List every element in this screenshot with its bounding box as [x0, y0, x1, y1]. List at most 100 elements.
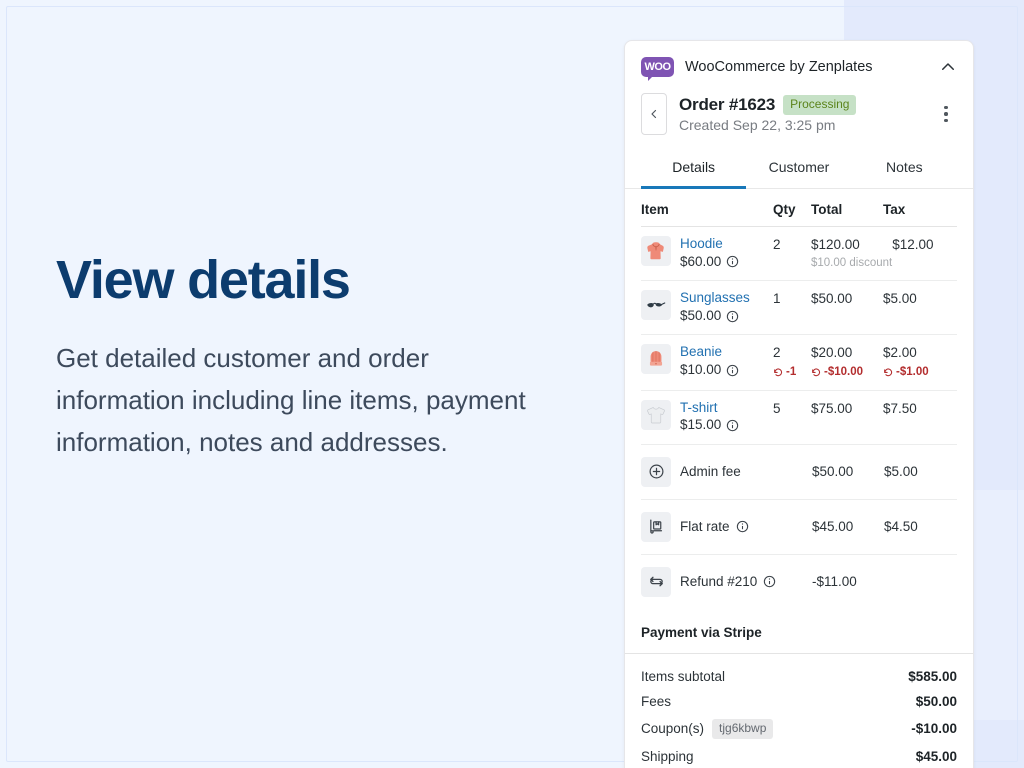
total-value: $20.00 — [811, 345, 853, 361]
column-header-item: Item — [641, 202, 669, 217]
info-icon[interactable] — [736, 520, 749, 533]
qty-value: 1 — [773, 291, 781, 307]
totals-row-items-subtotal: Items subtotal $585.00 — [641, 664, 957, 689]
fee-label-group: Admin fee — [680, 464, 812, 479]
tax-value: $12.00 — [892, 237, 934, 252]
total-cell: $50.00 — [811, 290, 883, 308]
qty-refund-value: -1 — [786, 365, 797, 378]
order-created-date: Created Sep 22, 3:25 pm — [679, 117, 836, 133]
tax-refund-line: -$1.00 — [883, 364, 957, 381]
refund-arrows-icon — [641, 566, 671, 597]
totals-label: Shipping — [641, 748, 694, 764]
qty-value: 2 — [773, 345, 781, 361]
tax-value: $5.00 — [883, 291, 917, 307]
woocommerce-logo-text: WOO — [644, 60, 672, 73]
tshirt-image — [647, 406, 665, 423]
fee-label: Admin fee — [680, 464, 741, 480]
kebab-dot — [944, 112, 948, 116]
sunglasses-image — [647, 302, 666, 308]
sunglasses-thumbnail — [641, 290, 671, 321]
order-totals: Items subtotal $585.00 Fees $50.00 Coupo… — [625, 654, 973, 768]
item-meta: Beanie $10.00 — [680, 344, 739, 379]
item-name-link[interactable]: Hoodie — [680, 236, 739, 253]
table-row: Beanie $10.00 2 -1 $20.00 -$10.00 $2.00 … — [641, 335, 957, 391]
shipping-total-cell: $45.00 — [812, 518, 884, 536]
item-name-link[interactable]: T-shirt — [680, 400, 739, 417]
qty-value: 2 — [773, 237, 781, 252]
kebab-menu-icon[interactable] — [935, 102, 957, 127]
shipping-truck-icon — [641, 511, 671, 542]
totals-value: -$10.00 — [911, 721, 957, 737]
refund-arrow-icon — [812, 368, 821, 377]
total-refund-value: -$10.00 — [824, 365, 864, 378]
fee-tax-value: $5.00 — [884, 463, 918, 479]
fee-total-cell: $50.00 — [812, 463, 884, 481]
item-meta: T-shirt $15.00 — [680, 400, 739, 435]
beanie-thumbnail — [641, 344, 671, 375]
item-cell: T-shirt $15.00 — [641, 399, 773, 435]
status-badge: Processing — [783, 95, 857, 115]
refund-label: Refund #210 — [680, 574, 758, 590]
tax-cell: $7.50 — [883, 400, 957, 418]
shipping-total-value: $45.00 — [812, 518, 854, 534]
column-header-qty: Qty — [773, 202, 796, 217]
tax-value: $7.50 — [883, 400, 917, 416]
plugin-header: WOO WooCommerce by Zenplates — [625, 41, 973, 93]
payment-method-line: Payment via Stripe — [625, 609, 973, 654]
refund-row: Refund #210 -$11.00 — [641, 555, 957, 609]
totals-label: Items subtotal — [641, 668, 726, 684]
info-icon[interactable] — [726, 310, 739, 323]
chevron-up-icon[interactable] — [939, 58, 957, 76]
info-icon[interactable] — [726, 419, 739, 432]
shipping-label: Flat rate — [680, 519, 730, 535]
hero-section: View details Get detailed customer and o… — [56, 252, 556, 463]
qty-refund-line: -1 — [773, 364, 811, 381]
info-icon[interactable] — [726, 255, 739, 268]
item-cell: Sunglasses $50.00 — [641, 290, 773, 325]
table-row: T-shirt $15.00 5 $75.00 $7.50 — [641, 391, 957, 445]
total-value: $120.00 — [811, 237, 860, 252]
plus-circle-glyph — [649, 464, 663, 479]
tab-notes[interactable]: Notes — [852, 149, 957, 189]
item-name-link[interactable]: Sunglasses — [680, 290, 750, 307]
item-meta: Sunglasses $50.00 — [680, 290, 750, 325]
refund-arrow-icon — [884, 368, 893, 377]
item-name-link[interactable]: Beanie — [680, 344, 739, 361]
tab-customer[interactable]: Customer — [746, 149, 851, 189]
totals-row-fees: Fees $50.00 — [641, 689, 957, 714]
refund-arrows-glyph — [649, 576, 663, 587]
item-price-line: $10.00 — [680, 361, 739, 379]
order-heading-block: Order #1623 Processing Created Sep 22, 3… — [679, 95, 923, 133]
item-unit-price: $50.00 — [680, 308, 722, 324]
tax-cell: $5.00 — [883, 290, 957, 308]
tax-cell: $12.00 — [892, 236, 957, 254]
table-row: Sunglasses $50.00 1 $50.00 $5.00 — [641, 281, 957, 336]
shipping-row: Flat rate $45.00 $4.50 — [641, 500, 957, 555]
qty-cell: 2 — [773, 236, 811, 254]
item-unit-price: $60.00 — [680, 253, 722, 269]
total-cell: $120.00 $10.00 discount — [811, 236, 892, 271]
qty-cell: 2 -1 — [773, 344, 811, 380]
tax-refund-value: -$1.00 — [896, 365, 929, 378]
kebab-dot — [944, 118, 948, 123]
tab-details[interactable]: Details — [641, 149, 747, 189]
chevron-left-icon — [651, 109, 657, 119]
info-icon[interactable] — [763, 575, 776, 588]
qty-cell: 5 — [773, 400, 811, 418]
tax-cell: $2.00 -$1.00 — [883, 344, 957, 380]
table-row: Hoodie $60.00 2 $120.00 $10.00 discount … — [641, 227, 957, 282]
hero-body: Get detailed customer and order informat… — [56, 342, 526, 457]
qty-cell: 1 — [773, 290, 811, 308]
back-button[interactable] — [641, 93, 667, 135]
plus-circle-icon — [641, 456, 671, 487]
tab-bar: Details Customer Notes — [625, 149, 973, 189]
info-icon[interactable] — [726, 364, 739, 377]
table-header-row: Item Qty Total Tax — [641, 189, 957, 227]
hero-heading: View details — [56, 250, 351, 310]
shipping-tax-cell: $4.50 — [884, 518, 957, 536]
fee-total-value: $50.00 — [812, 463, 854, 479]
tax-value: $2.00 — [883, 345, 917, 361]
refund-total-cell: -$11.00 — [812, 573, 884, 591]
coupon-code-chip: tjg6kbwp — [712, 718, 774, 739]
hoodie-thumbnail — [641, 236, 671, 266]
